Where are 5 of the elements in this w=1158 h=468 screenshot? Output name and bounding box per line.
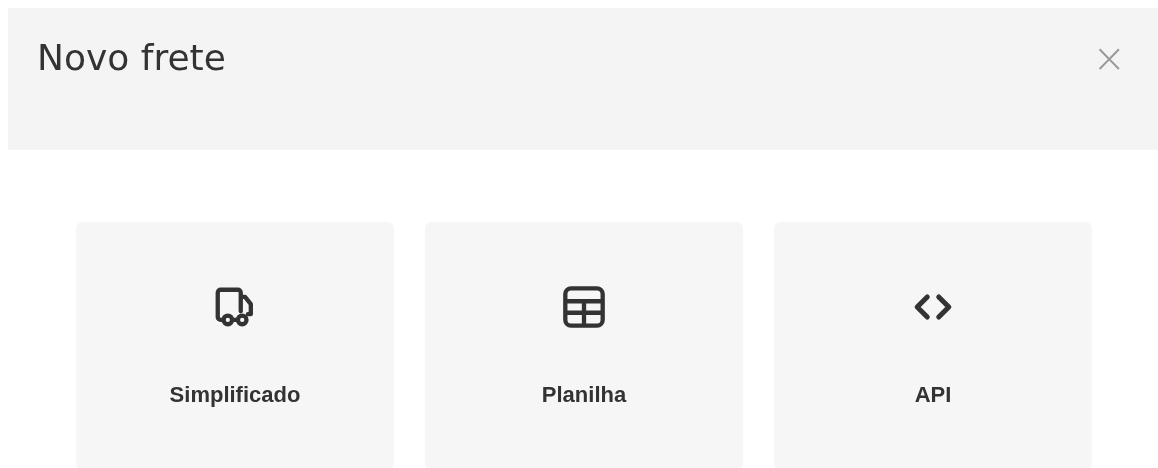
dialog-title: Novo frete (37, 36, 226, 80)
option-card[interactable]: Simplificado (76, 222, 394, 468)
option-card[interactable]: Planilha (425, 222, 743, 468)
table-icon (561, 284, 607, 330)
option-card[interactable]: API (774, 222, 1092, 468)
